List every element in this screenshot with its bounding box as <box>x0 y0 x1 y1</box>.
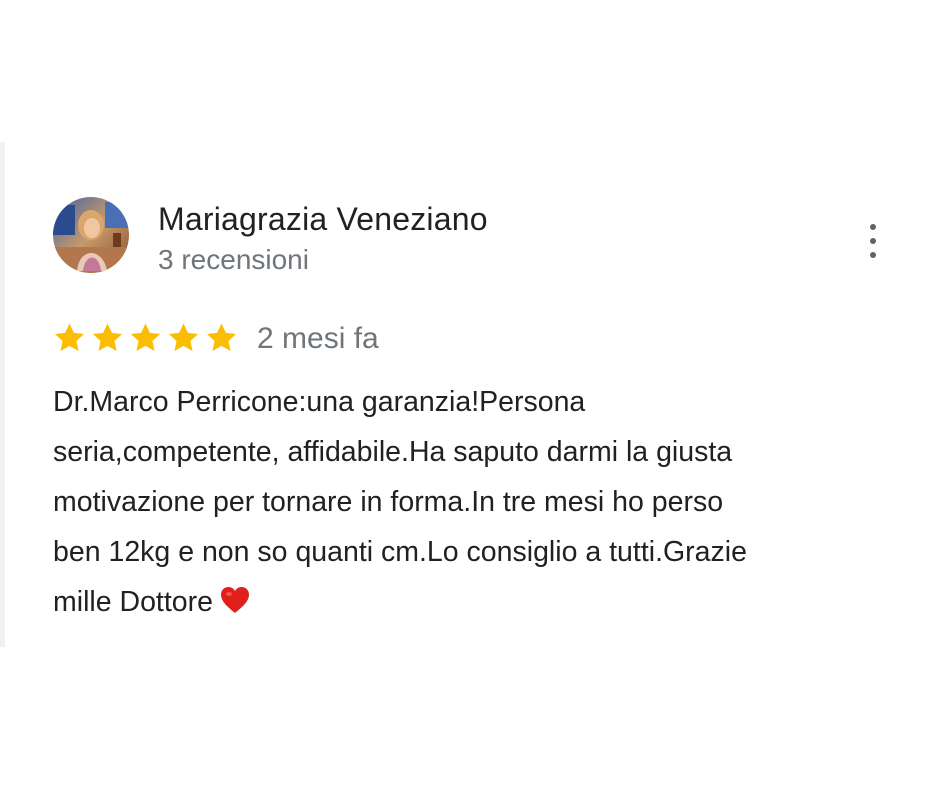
review-text-last-line: mille Dottore <box>53 577 883 627</box>
review-text-line: motivazione per tornare in forma.In tre … <box>53 486 724 518</box>
reviewer-name[interactable]: Mariagrazia Veneziano <box>158 201 488 238</box>
star-icon <box>130 323 161 352</box>
reviewer-reviews-count[interactable]: 3 recensioni <box>158 244 309 276</box>
review-date: 2 mesi fa <box>257 322 379 355</box>
more-vert-icon-dot <box>870 238 876 244</box>
star-icon <box>206 323 237 352</box>
review-text: Dr.Marco Perricone:una garanzia!Persona … <box>53 377 883 627</box>
review-text-line: seria,competente, affidabile.Ha saputo d… <box>53 436 733 468</box>
more-vert-icon-dot <box>870 252 876 258</box>
star-rating <box>52 321 239 355</box>
star-icon <box>92 323 123 352</box>
page: Mariagrazia Veneziano 3 recensioni 2 mes… <box>0 0 940 788</box>
reviewer-avatar[interactable] <box>53 197 129 273</box>
star-icon <box>168 323 199 352</box>
review-text-line: Dr.Marco Perricone:una garanzia!Persona <box>53 386 586 418</box>
red-heart-icon <box>220 587 249 613</box>
review-text-line: mille Dottore <box>53 586 213 618</box>
star-icon <box>54 323 85 352</box>
review-text-line: ben 12kg e non so quanti cm.Lo consiglio… <box>53 536 747 568</box>
more-vert-icon <box>870 224 876 230</box>
more-options-button[interactable] <box>861 224 885 258</box>
